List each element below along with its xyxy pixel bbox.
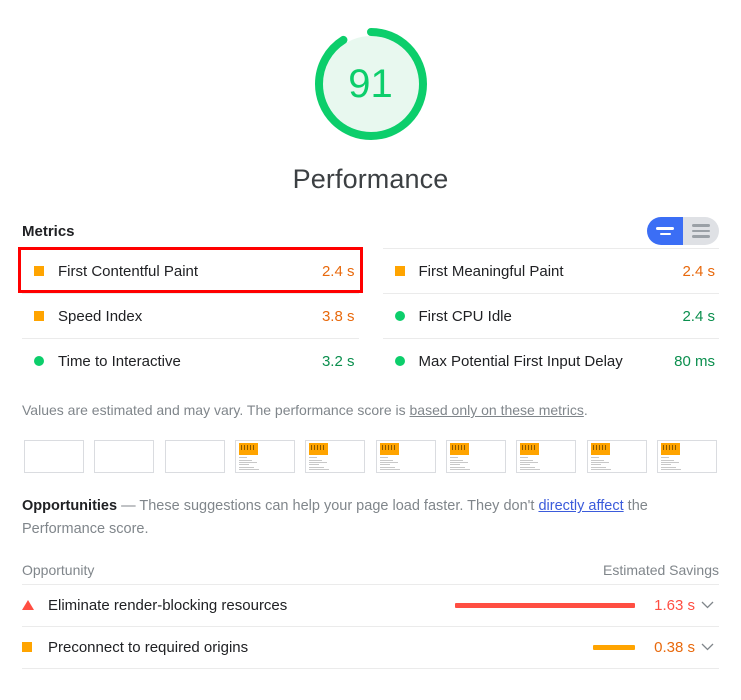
column-header-opportunity: Opportunity: [22, 561, 95, 578]
filmstrip-frame[interactable]: [516, 440, 577, 474]
square-icon: [22, 642, 48, 653]
thumbnail-logo: [238, 443, 258, 456]
savings-bar-zone: [445, 602, 643, 608]
toggle-line: [692, 235, 710, 238]
triangle-icon: [22, 600, 48, 611]
circle-icon: [34, 356, 44, 366]
metric-first-meaningful-paint[interactable]: First Meaningful Paint 2.4 s: [382, 248, 719, 293]
thumbnail-logo: [590, 443, 610, 456]
thumbnail-text-lines: [449, 457, 470, 473]
filmstrip-frame[interactable]: [375, 440, 436, 474]
filmstrip-frame[interactable]: [94, 440, 155, 474]
metric-label: First Meaningful Paint: [418, 262, 564, 280]
list-view-icon[interactable]: [683, 217, 719, 245]
thumbnail-text-lines: [660, 457, 681, 473]
metrics-grid: First Contentful Paint 2.4 s First Meani…: [22, 248, 719, 383]
thumbnail-logo: [309, 443, 329, 456]
savings-value: 1.63 s: [654, 596, 695, 614]
thumbnail-text-lines: [238, 457, 259, 473]
disclaimer-period: .: [583, 402, 588, 418]
metric-time-to-interactive[interactable]: Time to Interactive 3.2 s: [22, 338, 359, 383]
filmstrip-frame[interactable]: [586, 440, 647, 474]
thumbnail-logo: [379, 443, 399, 456]
savings-bar-zone: [445, 644, 643, 650]
metric-value: 3.2 s: [321, 352, 355, 370]
chart-view-icon[interactable]: [647, 217, 683, 245]
metric-label: Speed Index: [58, 307, 143, 325]
metrics-view-toggle[interactable]: [647, 217, 719, 245]
toggle-line: [656, 227, 674, 230]
metric-value: 80 ms: [674, 352, 715, 370]
metric-value: 2.4 s: [321, 262, 355, 280]
metrics-header: Metrics: [22, 217, 719, 245]
metric-label: First CPU Idle: [418, 307, 512, 325]
opportunities-table-header: Opportunity Estimated Savings: [22, 556, 719, 584]
circle-icon: [394, 356, 405, 366]
savings-bar: [593, 644, 635, 650]
square-icon: [34, 266, 44, 276]
metric-value: 2.4 s: [682, 307, 715, 325]
thumbnail-text-lines: [379, 457, 400, 473]
score-gauge-block: 91 Performance: [0, 0, 741, 195]
savings-bar: [455, 602, 635, 608]
metric-first-contentful-paint[interactable]: First Contentful Paint 2.4 s: [22, 248, 359, 293]
filmstrip-frame[interactable]: [164, 440, 225, 474]
toggle-line: [692, 224, 710, 227]
metric-value: 3.8 s: [321, 307, 355, 325]
disclaimer-text: Values are estimated and may vary. The p…: [22, 402, 410, 418]
table-row[interactable]: Preconnect to required origins 0.38 s: [22, 625, 719, 668]
directly-affect-link[interactable]: directly affect: [538, 498, 623, 514]
metrics-disclaimer: Values are estimated and may vary. The p…: [22, 400, 719, 420]
table-row[interactable]: Eliminate render-blocking resources 1.63…: [22, 583, 719, 626]
column-header-estimated-savings: Estimated Savings: [603, 561, 719, 578]
metric-max-potential-first-input-delay[interactable]: Max Potential First Input Delay 80 ms: [382, 338, 719, 383]
thumbnail-logo: [660, 443, 680, 456]
metric-label: Time to Interactive: [58, 352, 181, 370]
circle-icon: [394, 311, 405, 321]
filmstrip-frame[interactable]: [234, 440, 295, 474]
metric-label: First Contentful Paint: [58, 262, 199, 280]
thumbnail-text-lines: [590, 457, 611, 473]
metric-value: 2.4 s: [682, 262, 715, 280]
square-icon: [34, 311, 44, 321]
thumbnail-logo: [520, 443, 540, 456]
filmstrip-frame[interactable]: [445, 440, 506, 474]
metrics-doc-link[interactable]: based only on these metrics: [410, 402, 584, 418]
page-title: Performance: [292, 164, 449, 194]
thumbnail-text-lines: [309, 457, 330, 473]
opportunity-label: Eliminate render-blocking resources: [48, 596, 288, 614]
opportunities-heading: Opportunities: [22, 498, 118, 515]
chevron-down-icon[interactable]: [695, 601, 719, 609]
toggle-line: [659, 232, 671, 235]
metric-first-cpu-idle[interactable]: First CPU Idle 2.4 s: [382, 293, 719, 338]
opportunity-label: Preconnect to required origins: [48, 638, 249, 656]
toggle-line: [692, 229, 710, 233]
thumbnail-logo: [449, 443, 469, 456]
metrics-title: Metrics: [22, 222, 75, 240]
metric-speed-index[interactable]: Speed Index 3.8 s: [22, 293, 359, 338]
table-bottom-divider: [22, 667, 719, 669]
filmstrip-frame[interactable]: [305, 440, 366, 474]
metric-label: Max Potential First Input Delay: [418, 352, 623, 370]
performance-score-gauge[interactable]: 91: [307, 20, 435, 148]
square-icon: [394, 266, 405, 276]
intro-text-before: These suggestions can help your page loa…: [139, 498, 539, 515]
savings-value: 0.38 s: [654, 638, 695, 656]
opportunities-table: Opportunity Estimated Savings Eliminate …: [22, 556, 719, 669]
intro-dash: —: [117, 498, 140, 515]
opportunities-intro: Opportunities — These suggestions can he…: [22, 495, 719, 541]
thumbnail-text-lines: [520, 457, 541, 473]
gauge-score-value: 91: [348, 61, 393, 106]
filmstrip-frame[interactable]: [656, 440, 717, 474]
chevron-down-icon[interactable]: [695, 643, 719, 651]
filmstrip: [22, 440, 719, 474]
filmstrip-frame[interactable]: [24, 440, 84, 474]
